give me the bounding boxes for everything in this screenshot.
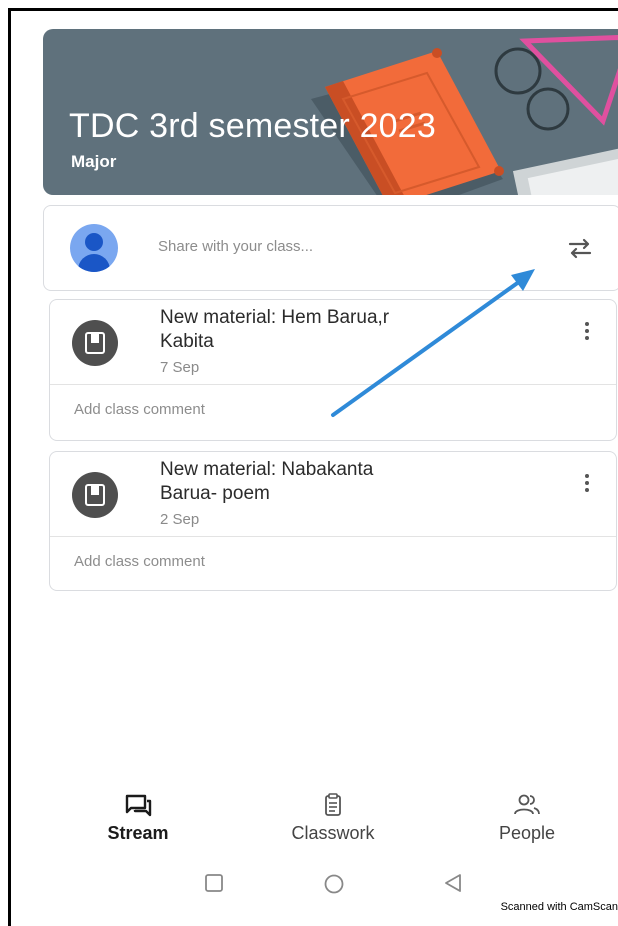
repost-icon[interactable] bbox=[564, 232, 596, 264]
divider bbox=[50, 536, 616, 537]
post-date: 7 Sep bbox=[160, 359, 200, 376]
stream-post[interactable]: New material: Nabakanta Barua- poem 2 Se… bbox=[49, 451, 617, 591]
post-title-line: New material: Hem Barua,r bbox=[160, 307, 390, 328]
system-nav-bar bbox=[11, 867, 618, 897]
post-title-line: New material: Nabakanta bbox=[160, 459, 374, 480]
classwork-icon bbox=[325, 793, 341, 816]
nav-stream[interactable]: Stream bbox=[63, 793, 213, 844]
add-comment-button[interactable]: Add class comment bbox=[74, 401, 205, 418]
nav-classwork[interactable]: Classwork bbox=[258, 793, 408, 844]
post-date: 2 Sep bbox=[160, 511, 200, 528]
people-icon bbox=[514, 794, 540, 815]
app-screen: TDC 3rd semester 2023 Major Share with y… bbox=[8, 8, 618, 926]
more-options-icon[interactable] bbox=[584, 322, 590, 344]
class-section: Major bbox=[71, 152, 117, 171]
add-comment-button[interactable]: Add class comment bbox=[74, 553, 205, 570]
post-title[interactable]: New material: Hem Barua,r Kabita bbox=[160, 306, 540, 354]
divider bbox=[50, 384, 616, 385]
nav-label: Classwork bbox=[291, 823, 375, 843]
nav-label: People bbox=[498, 823, 556, 843]
bottom-nav: Stream Classwork People bbox=[11, 793, 618, 853]
share-box[interactable]: Share with your class... bbox=[43, 205, 618, 291]
nav-people[interactable]: People bbox=[452, 793, 602, 844]
home-icon[interactable] bbox=[323, 873, 345, 895]
material-icon bbox=[72, 472, 118, 518]
post-title-line: Barua- poem bbox=[160, 483, 270, 504]
stream-post[interactable]: New material: Hem Barua,r Kabita 7 Sep A… bbox=[49, 299, 617, 441]
stream-icon bbox=[125, 794, 152, 817]
more-options-icon[interactable] bbox=[584, 474, 590, 496]
recents-icon[interactable] bbox=[204, 873, 224, 893]
nav-label: Stream bbox=[107, 823, 169, 843]
class-banner[interactable]: TDC 3rd semester 2023 Major bbox=[43, 29, 618, 195]
scanner-watermark: Scanned with CamScan bbox=[500, 901, 618, 913]
class-title: TDC 3rd semester 2023 bbox=[69, 107, 437, 145]
material-icon bbox=[72, 320, 118, 366]
back-icon[interactable] bbox=[443, 873, 463, 893]
post-title-line: Kabita bbox=[160, 331, 214, 352]
post-title[interactable]: New material: Nabakanta Barua- poem bbox=[160, 458, 540, 506]
share-input[interactable]: Share with your class... bbox=[158, 238, 313, 255]
avatar bbox=[70, 224, 118, 272]
